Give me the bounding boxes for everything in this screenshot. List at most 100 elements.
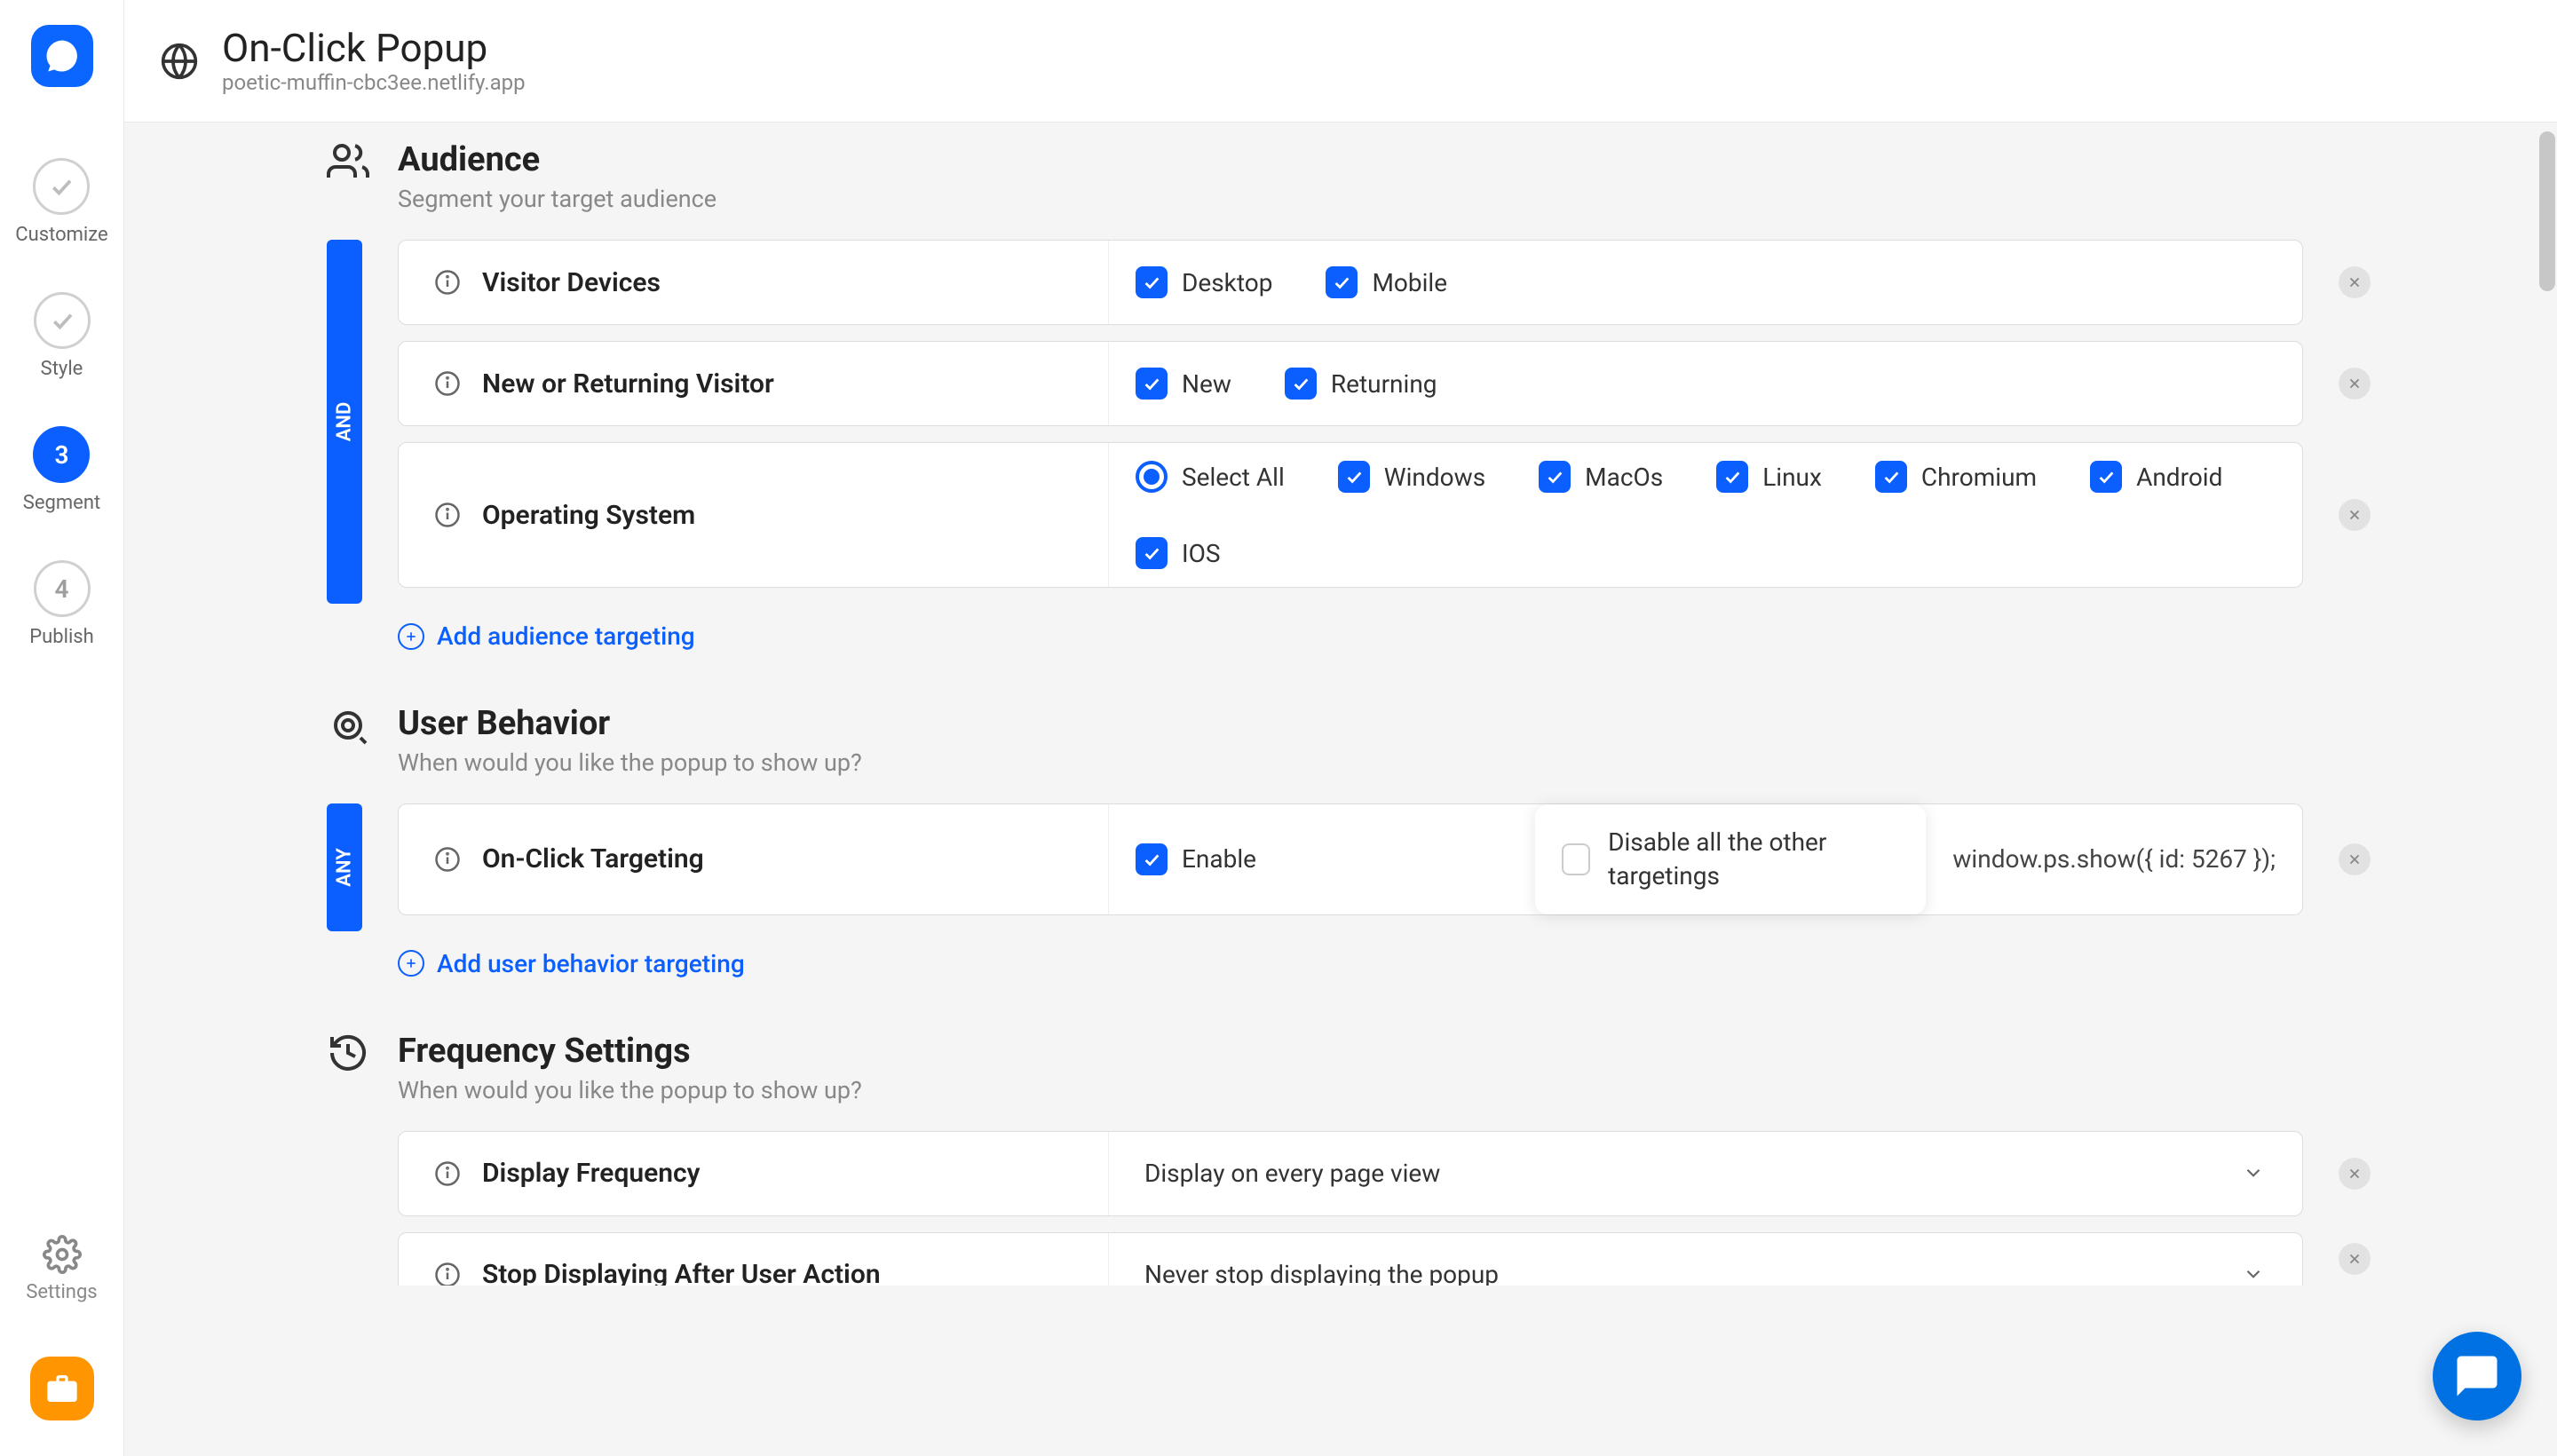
app-logo[interactable] (31, 25, 93, 87)
disable-targetings-card[interactable]: Disable all the other targetings (1535, 804, 1926, 914)
remove-button[interactable] (2339, 499, 2371, 531)
checkbox-macos[interactable]: MacOs (1539, 461, 1663, 493)
add-behavior-targeting[interactable]: Add user behavior targeting (398, 949, 2371, 978)
rule-new-returning: New or Returning Visitor New Returning (398, 341, 2371, 426)
rule-stop-after-action: Stop Displaying After User Action Never … (398, 1232, 2371, 1286)
close-icon (2347, 507, 2363, 523)
left-rail: Customize Style 3 Segment 4 Publish Sett… (0, 0, 124, 1456)
nav-segment[interactable]: 3 Segment (23, 426, 100, 514)
rule-name: Stop Displaying After User Action (482, 1259, 881, 1286)
checkbox-desktop[interactable]: Desktop (1136, 266, 1272, 298)
close-icon (2347, 1251, 2363, 1267)
check-icon (48, 173, 75, 200)
gear-icon (43, 1235, 82, 1274)
plus-icon (398, 623, 424, 650)
nav-publish-num: 4 (34, 560, 91, 617)
combinator-any: ANY (327, 803, 362, 931)
remove-button[interactable] (2339, 266, 2371, 298)
display-frequency-select[interactable]: Display on every page view (1109, 1132, 2302, 1215)
check-icon (1142, 374, 1161, 393)
check-icon (49, 307, 75, 334)
chat-fab[interactable] (2433, 1332, 2521, 1420)
frequency-icon (327, 1032, 371, 1076)
rule-name: Operating System (482, 500, 695, 531)
rule-name: New or Returning Visitor (482, 368, 774, 400)
page-title: On-Click Popup (222, 27, 526, 69)
rule-name: Visitor Devices (482, 267, 661, 298)
scrollbar[interactable] (2539, 131, 2555, 291)
globe-icon (160, 42, 199, 81)
disable-targetings-label: Disable all the other targetings (1608, 826, 1899, 893)
combinator-and: AND (327, 240, 362, 604)
nav-segment-label: Segment (23, 492, 100, 514)
chat-icon (2453, 1352, 2501, 1400)
audience-subtitle: Segment your target audience (398, 185, 716, 213)
checkbox-enable[interactable]: Enable (1136, 843, 1256, 875)
checkbox-android[interactable]: Android (2090, 461, 2222, 493)
check-icon (1142, 273, 1161, 292)
remove-button[interactable] (2339, 1158, 2371, 1190)
plus-icon (398, 950, 424, 977)
rule-visitor-devices: Visitor Devices Desktop Mobile (398, 240, 2371, 325)
nav-customize-label: Customize (15, 224, 107, 246)
info-icon[interactable] (434, 846, 461, 873)
stop-after-select[interactable]: Never stop displaying the popup (1109, 1233, 2302, 1286)
rule-name: Display Frequency (482, 1158, 701, 1189)
audience-icon (327, 140, 371, 185)
upgrade-button[interactable] (30, 1357, 94, 1420)
close-icon (2347, 851, 2363, 867)
frequency-title: Frequency Settings (398, 1032, 862, 1071)
info-icon[interactable] (434, 269, 461, 296)
rule-onclick-targeting: On-Click Targeting Enable Disable all th… (398, 803, 2371, 915)
briefcase-icon (44, 1371, 80, 1406)
check-icon (1142, 850, 1161, 869)
content: Audience Segment your target audience AN… (273, 123, 2415, 1456)
close-icon (2347, 274, 2363, 290)
nav-publish-label: Publish (29, 626, 94, 648)
onclick-code: window.ps.show({ id: 5267 }); (1952, 843, 2276, 876)
check-icon (1722, 467, 1742, 487)
remove-button[interactable] (2339, 1243, 2371, 1275)
close-icon (2347, 376, 2363, 392)
checkbox-linux[interactable]: Linux (1716, 461, 1822, 493)
checkbox-new[interactable]: New (1136, 368, 1231, 400)
chevron-down-icon (2242, 1161, 2267, 1186)
close-icon (2347, 1166, 2363, 1182)
add-audience-targeting[interactable]: Add audience targeting (398, 621, 2371, 651)
info-icon[interactable] (434, 502, 461, 528)
remove-button[interactable] (2339, 843, 2371, 875)
check-icon (1344, 467, 1364, 487)
info-icon[interactable] (434, 370, 461, 397)
info-icon[interactable] (434, 1160, 461, 1187)
rule-name: On-Click Targeting (482, 843, 704, 874)
check-icon (1545, 467, 1564, 487)
checkbox-ios[interactable]: IOS (1136, 537, 1221, 569)
section-behavior: User Behavior When would you like the po… (327, 704, 2371, 978)
remove-button[interactable] (2339, 368, 2371, 400)
section-frequency: Frequency Settings When would you like t… (327, 1032, 2371, 1286)
nav-style-label: Style (41, 358, 83, 380)
behavior-title: User Behavior (398, 704, 862, 743)
check-icon (2096, 467, 2116, 487)
info-icon[interactable] (434, 1262, 461, 1286)
nav-customize[interactable]: Customize (15, 158, 107, 246)
checkbox-windows[interactable]: Windows (1338, 461, 1485, 493)
page-subtitle: poetic-muffin-cbc3ee.netlify.app (222, 70, 526, 95)
radio-select-all[interactable]: Select All (1136, 461, 1285, 493)
rule-display-frequency: Display Frequency Display on every page … (398, 1131, 2371, 1216)
checkbox-mobile[interactable]: Mobile (1326, 266, 1447, 298)
chevron-down-icon (2242, 1262, 2267, 1286)
checkbox-chromium[interactable]: Chromium (1875, 461, 2037, 493)
header: On-Click Popup poetic-muffin-cbc3ee.netl… (124, 0, 2557, 123)
nav-style[interactable]: Style (34, 292, 91, 380)
checkbox-disable-others[interactable] (1562, 843, 1590, 875)
nav-settings[interactable]: Settings (26, 1235, 97, 1303)
check-icon (1332, 273, 1351, 292)
audience-title: Audience (398, 140, 716, 179)
check-icon (1881, 467, 1901, 487)
checkbox-returning[interactable]: Returning (1285, 368, 1437, 400)
nav-publish[interactable]: 4 Publish (29, 560, 94, 648)
behavior-subtitle: When would you like the popup to show up… (398, 748, 862, 777)
logo-icon (44, 37, 81, 75)
behavior-icon (327, 704, 371, 748)
